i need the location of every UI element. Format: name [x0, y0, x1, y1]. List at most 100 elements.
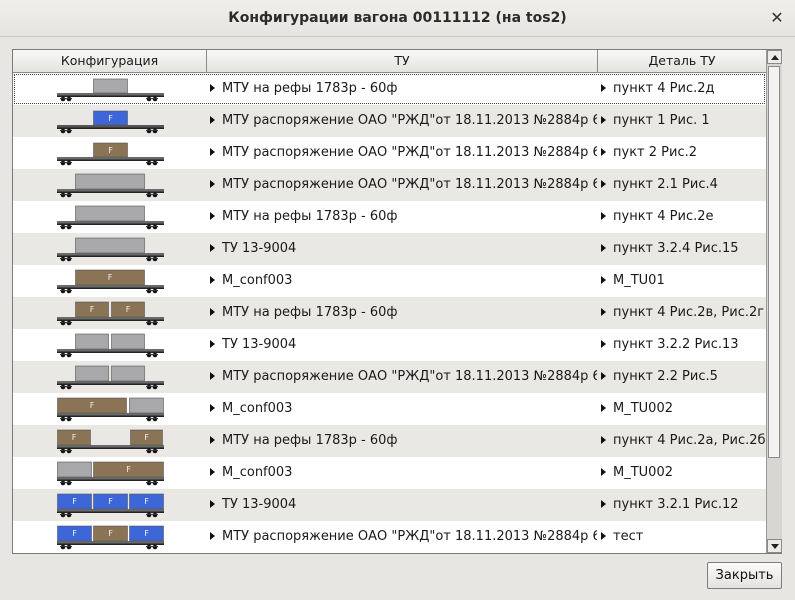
scroll-up-button[interactable] — [767, 50, 782, 64]
svg-text:F: F — [72, 529, 77, 538]
table-row[interactable]: F МТУ распоряжение ОАО "РЖД"от 18.11.2013… — [13, 137, 766, 169]
triangle-right-icon[interactable] — [601, 116, 606, 124]
tu-cell: МТУ на рефы 1783р - 60ф — [207, 73, 597, 105]
detail-cell: пункт 4 Рис.2а, Рис.2б — [598, 425, 766, 457]
detail-text: пункт 4 Рис.2д — [613, 81, 715, 96]
triangle-right-icon[interactable] — [210, 500, 215, 508]
table-row[interactable]: F F F ТУ 13-9004 пункт 3.2.1 Рис.12 — [13, 489, 766, 521]
triangle-right-icon[interactable] — [210, 436, 215, 444]
wagon-configuration-icon: F — [57, 461, 164, 486]
tu-cell: M_conf003 — [207, 393, 597, 425]
tu-cell: ТУ 13-9004 — [207, 233, 597, 265]
table-row[interactable]: МТУ на рефы 1783р - 60ф пункт 4 Рис.2е — [13, 201, 766, 233]
vertical-scrollbar[interactable] — [766, 50, 782, 553]
triangle-right-icon[interactable] — [601, 212, 606, 220]
wagon-configuration-icon: FF — [57, 429, 164, 454]
table-row[interactable]: МТУ распоряжение ОАО "РЖД"от 18.11.2013 … — [13, 361, 766, 393]
detail-text: пункт 3.2.2 Рис.13 — [613, 337, 739, 352]
tu-cell: МТУ распоряжение ОАО "РЖД"от 18.11.2013 … — [207, 361, 597, 393]
detail-text: пункт 3.2.4 Рис.15 — [613, 241, 739, 256]
table-row[interactable]: F F МТУ на рефы 1783р - 60ф пункт 4 Рис.2а,… — [13, 425, 766, 457]
configuration-cell: FFF — [13, 489, 206, 521]
wagon-configuration-icon — [57, 365, 164, 390]
triangle-right-icon[interactable] — [210, 180, 215, 188]
column-header-configuration[interactable]: Конфигурация — [13, 50, 207, 72]
scroll-down-button[interactable] — [767, 539, 782, 553]
triangle-right-icon[interactable] — [601, 180, 606, 188]
table-row[interactable]: F M_conf003 M_TU002 — [13, 393, 766, 425]
triangle-right-icon[interactable] — [601, 84, 606, 92]
tu-text: МТУ распоряжение ОАО "РЖД"от 18.11.2013 … — [222, 145, 597, 160]
close-icon[interactable]: ✕ — [767, 8, 787, 28]
triangle-right-icon[interactable] — [210, 372, 215, 380]
triangle-right-icon[interactable] — [210, 116, 215, 124]
triangle-right-icon[interactable] — [210, 244, 215, 252]
table-row[interactable]: ТУ 13-9004 пункт 3.2.2 Рис.13 — [13, 329, 766, 361]
triangle-right-icon[interactable] — [210, 84, 215, 92]
configuration-cell — [13, 233, 206, 265]
triangle-right-icon[interactable] — [601, 500, 606, 508]
table-row[interactable]: F M_conf003 M_TU002 — [13, 457, 766, 489]
table-row[interactable]: МТУ распоряжение ОАО "РЖД"от 18.11.2013 … — [13, 169, 766, 201]
detail-text: M_TU002 — [613, 401, 673, 416]
configuration-cell: F — [13, 265, 206, 297]
tu-text: M_conf003 — [222, 401, 293, 416]
tu-text: МТУ на рефы 1783р - 60ф — [222, 81, 398, 96]
tu-text: ТУ 13-9004 — [222, 241, 297, 256]
svg-text:F: F — [108, 497, 113, 506]
detail-cell: пункт 1 Рис. 1 — [598, 105, 766, 137]
detail-cell: пукт 2 Рис.2 — [598, 137, 766, 169]
detail-cell: M_TU002 — [598, 393, 766, 425]
svg-text:F: F — [72, 497, 77, 506]
wagon-configuration-icon: F — [57, 110, 164, 134]
detail-cell: M_TU01 — [598, 265, 766, 297]
triangle-right-icon[interactable] — [601, 404, 606, 412]
table-row[interactable]: F F F МТУ распоряжение ОАО "РЖД"от 18.11.20… — [13, 521, 766, 553]
table-row[interactable]: ТУ 13-9004 пункт 3.2.4 Рис.15 — [13, 233, 766, 265]
table-row[interactable]: F M_conf003 M_TU01 — [13, 265, 766, 297]
tu-text: МТУ на рефы 1783р - 60ф — [222, 305, 398, 320]
table-row[interactable]: МТУ на рефы 1783р - 60ф пункт 4 Рис.2д — [13, 73, 766, 105]
detail-cell: пункт 4 Рис.2д — [598, 73, 766, 105]
tu-text: МТУ на рефы 1783р - 60ф — [222, 433, 398, 448]
close-button[interactable]: Закрыть — [707, 562, 782, 589]
svg-text:F: F — [126, 465, 131, 474]
detail-cell: пункт 3.2.4 Рис.15 — [598, 233, 766, 265]
svg-text:F: F — [90, 305, 95, 314]
tu-cell: МТУ распоряжение ОАО "РЖД"от 18.11.2013 … — [207, 169, 597, 201]
triangle-right-icon[interactable] — [601, 276, 606, 284]
triangle-right-icon[interactable] — [601, 532, 606, 540]
triangle-right-icon[interactable] — [601, 340, 606, 348]
tu-cell: МТУ распоряжение ОАО "РЖД"от 18.11.2013 … — [207, 521, 597, 553]
wagon-configuration-icon — [57, 205, 164, 230]
detail-text: пункт 4 Рис.2а, Рис.2б — [613, 433, 766, 448]
detail-text: тест — [613, 529, 644, 544]
triangle-right-icon[interactable] — [210, 308, 215, 316]
triangle-right-icon[interactable] — [210, 404, 215, 412]
window-title: Конфигурации вагона 00111112 (на tos2) — [228, 10, 567, 26]
tu-cell: МТУ распоряжение ОАО "РЖД"от 18.11.2013 … — [207, 105, 597, 137]
triangle-right-icon[interactable] — [601, 308, 606, 316]
triangle-right-icon[interactable] — [601, 436, 606, 444]
triangle-right-icon[interactable] — [601, 372, 606, 380]
detail-cell: пункт 3.2.1 Рис.12 — [598, 489, 766, 521]
triangle-right-icon[interactable] — [210, 148, 215, 156]
triangle-right-icon[interactable] — [601, 468, 606, 476]
triangle-right-icon[interactable] — [210, 340, 215, 348]
triangle-right-icon[interactable] — [601, 244, 606, 252]
triangle-right-icon[interactable] — [210, 212, 215, 220]
detail-text: M_TU01 — [613, 273, 665, 288]
triangle-right-icon[interactable] — [210, 468, 215, 476]
table-row[interactable]: F МТУ распоряжение ОАО "РЖД"от 18.11.2013… — [13, 105, 766, 137]
triangle-right-icon[interactable] — [601, 148, 606, 156]
configuration-cell: F — [13, 457, 206, 489]
triangle-right-icon[interactable] — [210, 276, 215, 284]
configuration-cell — [13, 329, 206, 361]
column-header-detail[interactable]: Деталь ТУ — [598, 50, 766, 72]
tu-cell: ТУ 13-9004 — [207, 329, 597, 361]
table-row[interactable]: F F МТУ на рефы 1783р - 60ф пункт 4 Рис.2в,… — [13, 297, 766, 329]
column-header-tu[interactable]: ТУ — [207, 50, 598, 72]
detail-text: пункт 4 Рис.2в, Рис.2г — [613, 305, 765, 320]
scrollbar-thumb[interactable] — [768, 66, 780, 458]
triangle-right-icon[interactable] — [210, 532, 215, 540]
